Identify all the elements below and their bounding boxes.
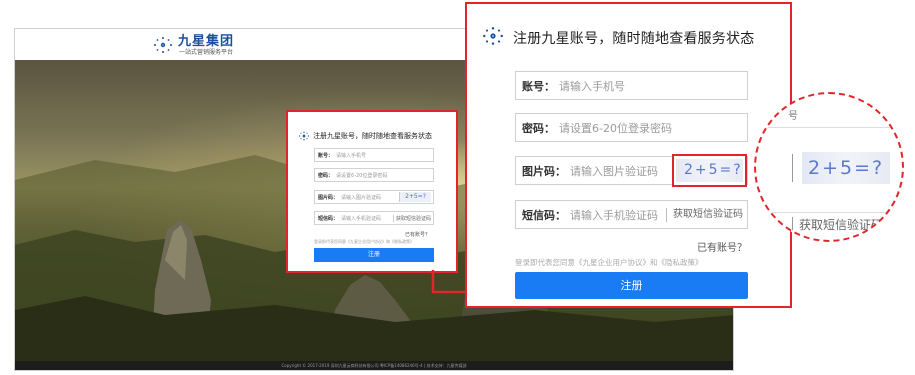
field-border bbox=[756, 127, 902, 128]
account-placeholder: 请输入手机号 bbox=[559, 79, 625, 93]
card-header: 注册九星账号，随时随地查看服务状态 bbox=[298, 126, 432, 145]
registration-card-small: 注册九星账号，随时随地查看服务状态 账号： 请输入手机号 密码： 请设置6-20… bbox=[286, 110, 458, 273]
get-sms-code-button[interactable]: 获取短信验证码 bbox=[666, 208, 743, 222]
captcha-placeholder: 请输入图片验证码 bbox=[570, 164, 658, 178]
sms-field[interactable]: 短信码： 请输入手机验证码 获取短信验证码 bbox=[515, 200, 748, 229]
register-button[interactable]: 注册 bbox=[314, 248, 434, 262]
has-account-link[interactable]: 已有账号？ bbox=[697, 239, 747, 254]
star-burst-logo-icon bbox=[481, 26, 505, 50]
registration-card-zoomed: 注册九星账号，随时随地查看服务状态 账号： 请输入手机号 密码： 请设置6-20… bbox=[465, 2, 792, 308]
captcha-placeholder: 请输入图片验证码 bbox=[341, 194, 382, 201]
account-label: 账号： bbox=[522, 79, 555, 93]
card-title: 注册九星账号，随时随地查看服务状态 bbox=[513, 31, 755, 47]
password-label: 密码： bbox=[522, 121, 555, 135]
account-placeholder: 请输入手机号 bbox=[336, 152, 367, 159]
field-border bbox=[756, 212, 902, 213]
sms-label: 短信码： bbox=[318, 215, 339, 222]
captcha-field[interactable]: 图片码： 请输入图片验证码 2+5=? bbox=[314, 190, 434, 204]
get-sms-code-button-zoomed[interactable]: 获取短信验证码 bbox=[792, 217, 883, 233]
sms-label: 短信码： bbox=[522, 208, 566, 222]
captcha-image[interactable]: 2+5=? bbox=[676, 159, 743, 182]
get-sms-code-button[interactable]: 获取短信验证码 bbox=[392, 215, 431, 222]
password-field[interactable]: 密码： 请设置6-20位登录密码 bbox=[515, 113, 748, 142]
site-footer: Copyright © 2017-2019 深圳九星云商科技有限公司 粤ICP备… bbox=[15, 361, 733, 370]
password-label: 密码： bbox=[318, 172, 334, 179]
password-placeholder: 请设置6-20位登录密码 bbox=[336, 172, 388, 179]
card-header: 注册九星账号，随时随地查看服务状态 bbox=[481, 26, 754, 50]
account-label: 账号： bbox=[318, 152, 334, 159]
logo-name: 九星集团 bbox=[178, 33, 235, 49]
sms-placeholder: 请输入手机验证码 bbox=[341, 215, 382, 222]
has-account-link[interactable]: 已有账号？ bbox=[405, 231, 430, 238]
password-field[interactable]: 密码： 请设置6-20位登录密码 bbox=[314, 168, 434, 182]
account-field[interactable]: 账号： 请输入手机号 bbox=[314, 148, 434, 162]
captcha-text: 2+5=? bbox=[684, 162, 743, 178]
captcha-label: 图片码： bbox=[522, 164, 566, 178]
password-placeholder: 请设置6-20位登录密码 bbox=[559, 121, 672, 135]
agreement-text: 登录即代表您同意《九星企业用户协议》和《隐私政策》 bbox=[515, 258, 703, 267]
captcha-text: 2+5=? bbox=[808, 157, 885, 179]
card-title: 注册九星账号，随时随地查看服务状态 bbox=[313, 131, 432, 140]
register-button[interactable]: 注册 bbox=[515, 272, 748, 299]
field-divider bbox=[792, 154, 793, 182]
sms-placeholder: 请输入手机验证码 bbox=[570, 208, 658, 222]
captcha-label: 图片码： bbox=[318, 194, 339, 201]
star-burst-logo-icon bbox=[298, 126, 310, 145]
captcha-image[interactable]: 2+5=? bbox=[399, 192, 431, 202]
account-field[interactable]: 账号： 请输入手机号 bbox=[515, 71, 748, 100]
agreement-text: 登录即代表您同意《九星企业用户协议》和《隐私政策》 bbox=[314, 239, 414, 244]
account-label-fragment: 号 bbox=[788, 111, 798, 122]
site-logo[interactable]: 九星集团 一站式营销服务平台 bbox=[152, 33, 234, 57]
captcha-zoom-circle: 号 2+5=? 获取短信验证码 bbox=[754, 92, 904, 242]
star-burst-logo-icon bbox=[152, 36, 174, 54]
sms-field[interactable]: 短信码： 请输入手机验证码 获取短信验证码 bbox=[314, 211, 434, 225]
captcha-image-zoomed[interactable]: 2+5=? bbox=[802, 152, 890, 184]
logo-subtitle: 一站式营销服务平台 bbox=[179, 48, 234, 56]
captcha-image-highlight[interactable]: 2+5=? bbox=[672, 154, 747, 187]
